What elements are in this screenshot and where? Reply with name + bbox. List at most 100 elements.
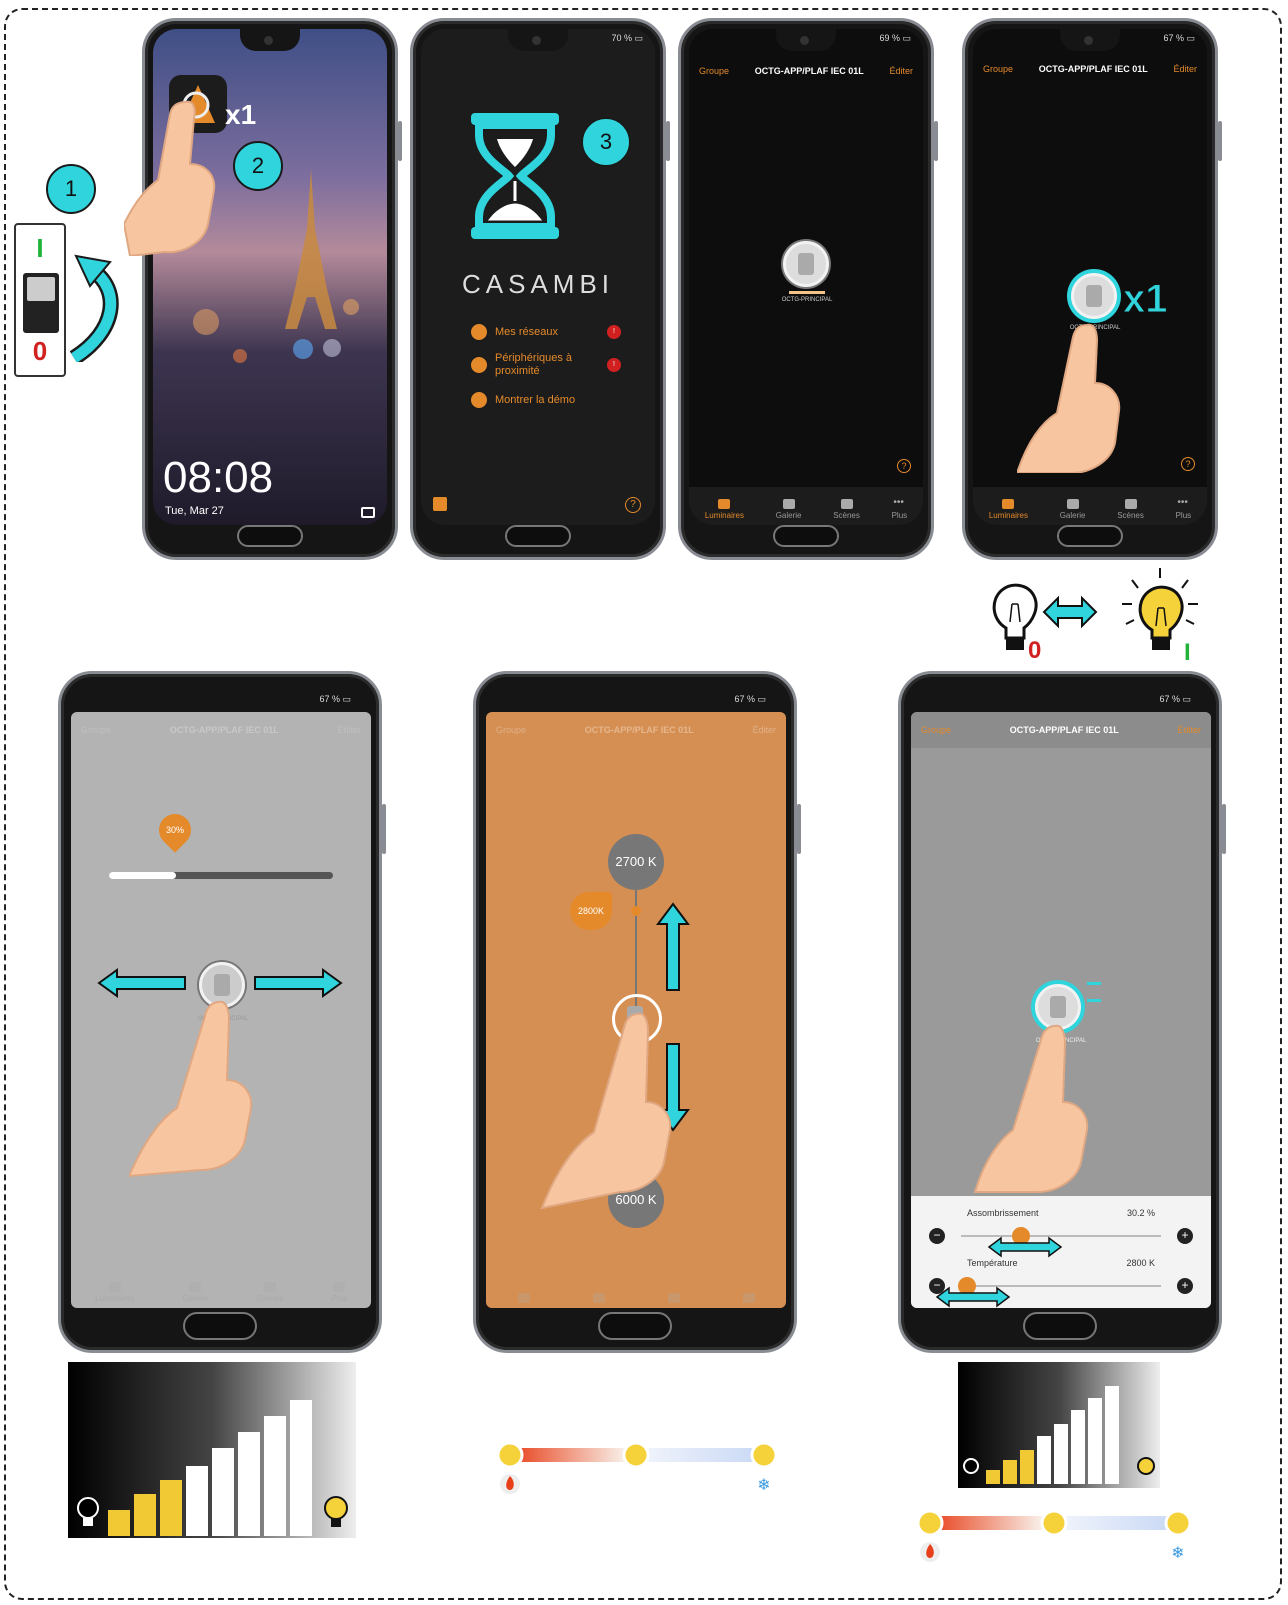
neutral-bulb-icon bbox=[1040, 1509, 1068, 1537]
gallery-icon bbox=[1066, 499, 1079, 509]
tab-galerie[interactable]: Galerie bbox=[776, 499, 801, 520]
editer-button[interactable]: Éditer bbox=[1177, 725, 1201, 735]
phone-splash: 70 % ▭ 3 CASAMBI Mes réseaux ! Périphéri… bbox=[410, 18, 670, 560]
tab-scenes[interactable]: Scènes bbox=[256, 1282, 283, 1303]
cct-top-bubble: 2700 K bbox=[608, 834, 664, 890]
dim-minus-button[interactable]: − bbox=[929, 1228, 945, 1244]
groupe-button[interactable]: Groupe bbox=[983, 64, 1013, 74]
tap-count-label: x1 bbox=[1123, 277, 1168, 322]
lamp-icon bbox=[108, 1282, 121, 1292]
help-icon[interactable]: ? bbox=[897, 459, 911, 473]
lamp-icon bbox=[718, 499, 731, 509]
double-arrow-icon bbox=[1042, 595, 1098, 629]
bokeh-lights bbox=[153, 269, 387, 409]
home-button[interactable] bbox=[237, 525, 303, 547]
dimmer-percent-label: 30% bbox=[165, 825, 184, 835]
lock-time: 08:08 bbox=[163, 453, 274, 502]
home-button[interactable] bbox=[183, 1312, 257, 1340]
tapping-hand-icon bbox=[1017, 323, 1121, 473]
home-button[interactable] bbox=[598, 1312, 672, 1340]
tab-galerie[interactable]: Galerie bbox=[1059, 499, 1086, 520]
home-button[interactable] bbox=[1057, 525, 1123, 547]
camera-icon[interactable] bbox=[361, 507, 375, 518]
cct-current-pin: 2800K bbox=[570, 892, 612, 930]
cct-screen: Groupe OCTG-APP/PLAF IEC 01L Éditer 2700… bbox=[486, 712, 786, 1308]
groupe-button[interactable]: Groupe bbox=[496, 725, 526, 735]
legend-bar bbox=[186, 1466, 208, 1536]
home-button[interactable] bbox=[1023, 1312, 1097, 1340]
editer-button[interactable]: Éditer bbox=[1173, 64, 1197, 74]
groupe-button[interactable]: Groupe bbox=[81, 725, 111, 735]
menu-label: Mes réseaux bbox=[495, 326, 558, 338]
more-icon: ••• bbox=[893, 497, 904, 508]
tab-plus[interactable] bbox=[742, 1293, 755, 1303]
dimmer-track[interactable] bbox=[109, 872, 333, 879]
editer-button[interactable]: Éditer bbox=[889, 66, 913, 76]
editer-button[interactable]: Éditer bbox=[752, 725, 776, 735]
tab-label: Galerie bbox=[1059, 511, 1086, 520]
tab-plus[interactable]: ••• Plus bbox=[1175, 498, 1192, 521]
temp-plus-button[interactable]: + bbox=[1177, 1278, 1193, 1294]
tab-label: Plus bbox=[1175, 511, 1192, 520]
screen-title: OCTG-APP/PLAF IEC 01L bbox=[1038, 64, 1148, 74]
tab-galerie[interactable]: Galerie bbox=[182, 1282, 208, 1303]
tab-label: Scènes bbox=[256, 1294, 284, 1303]
luminaire-icon[interactable] bbox=[783, 241, 829, 287]
tab-galerie[interactable] bbox=[592, 1293, 605, 1303]
lamp-icon bbox=[517, 1293, 530, 1303]
battery-level: 67 % bbox=[319, 694, 340, 704]
sliding-hand-icon bbox=[129, 1000, 253, 1178]
legend-bar bbox=[108, 1510, 130, 1536]
control-panel-screen: Groupe OCTG-APP/PLAF IEC 01L Éditer OCTG… bbox=[911, 712, 1211, 1308]
menu-peripheriques[interactable]: Périphériques à proximité ! bbox=[471, 351, 621, 379]
menu-label: Montrer la démo bbox=[495, 394, 576, 406]
dim-label: Assombrissement bbox=[967, 1208, 1039, 1218]
help-icon[interactable]: ? bbox=[625, 497, 641, 513]
luminaire-level-bar bbox=[789, 291, 825, 294]
help-icon[interactable]: ? bbox=[1181, 457, 1195, 471]
tab-plus[interactable]: Plus bbox=[331, 1282, 347, 1303]
home-button[interactable] bbox=[773, 525, 839, 547]
wall-switch[interactable]: I 0 bbox=[14, 223, 66, 377]
menu-label: Périphériques à proximité bbox=[495, 352, 573, 377]
brightness-legend bbox=[68, 1362, 356, 1538]
luminaire-label: OCTG-PRINCIPAL bbox=[781, 297, 833, 303]
menu-montrer-demo[interactable]: Montrer la démo bbox=[471, 389, 621, 411]
tab-luminaires[interactable]: Luminaires bbox=[95, 1282, 134, 1303]
cct-knob[interactable] bbox=[631, 906, 641, 916]
groupe-button[interactable]: Groupe bbox=[699, 66, 729, 76]
editer-button[interactable]: Éditer bbox=[337, 725, 361, 735]
tab-luminaires[interactable] bbox=[517, 1293, 530, 1303]
left-arrow-icon bbox=[97, 968, 186, 998]
tab-label: Luminaires bbox=[704, 511, 744, 520]
tab-scenes[interactable]: Scènes bbox=[833, 499, 860, 520]
more-icon bbox=[742, 1293, 755, 1303]
temp-double-arrow-icon bbox=[935, 1286, 1011, 1308]
flame-icon bbox=[920, 1542, 940, 1562]
hourglass-icon bbox=[1087, 982, 1101, 1002]
tab-scenes[interactable] bbox=[667, 1293, 680, 1303]
tab-scenes[interactable]: Scènes bbox=[1117, 499, 1144, 520]
tab-label: Plus bbox=[331, 1294, 347, 1303]
tab-label: Luminaires bbox=[988, 511, 1028, 520]
home-button[interactable] bbox=[505, 525, 571, 547]
menu-mes-reseaux[interactable]: Mes réseaux ! bbox=[471, 321, 621, 343]
tab-label: Galerie bbox=[182, 1294, 209, 1303]
play-icon bbox=[471, 392, 487, 408]
settings-icon[interactable] bbox=[433, 497, 447, 511]
more-icon bbox=[333, 1282, 346, 1292]
phone-control-panel: Groupe OCTG-APP/PLAF IEC 01L Éditer OCTG… bbox=[898, 671, 1226, 1353]
gallery-icon bbox=[189, 1282, 202, 1292]
tab-luminaires[interactable]: Luminaires bbox=[989, 499, 1028, 520]
groupe-button[interactable]: Groupe bbox=[921, 725, 951, 735]
tab-luminaires[interactable]: Luminaires bbox=[705, 499, 744, 520]
dim-plus-button[interactable]: + bbox=[1177, 1228, 1193, 1244]
temperature-legend-small: ❄ bbox=[916, 1509, 1192, 1562]
luminaire-icon[interactable] bbox=[1071, 273, 1117, 319]
bulb-off-icon bbox=[963, 1458, 979, 1474]
scenes-icon bbox=[1124, 499, 1137, 509]
legend-bar bbox=[212, 1448, 234, 1536]
tab-plus[interactable]: ••• Plus bbox=[892, 497, 908, 521]
legend-bar bbox=[1054, 1424, 1068, 1484]
step-badge-3: 3 bbox=[581, 117, 631, 167]
